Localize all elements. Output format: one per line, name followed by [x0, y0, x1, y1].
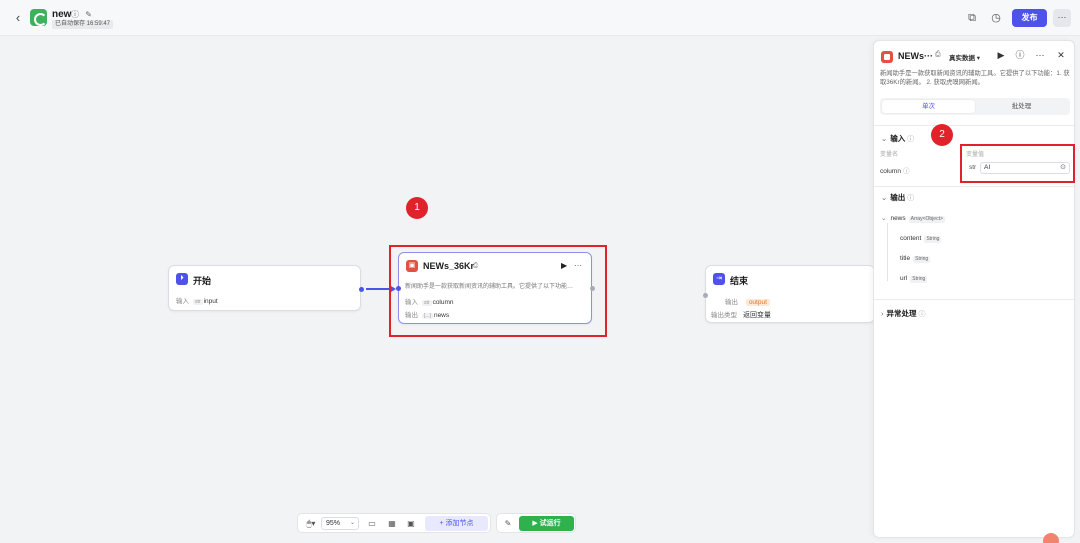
panel-more-icon[interactable]: ··· — [1034, 49, 1046, 61]
exception-section-header[interactable]: › 异常处理 ⓘ — [881, 308, 926, 319]
publish-button[interactable]: 发布 — [1012, 9, 1047, 27]
workflow-logo-icon — [30, 9, 47, 26]
canvas-toolbar: 🖱▾ 95% ⌄ ▭ ▦ ▣ + 添加节点 — [297, 513, 491, 533]
run-toolbar: ✎ ▶ 试运行 — [496, 513, 576, 533]
start-node-icon: ⏵ — [176, 273, 188, 285]
more-menu-button[interactable]: ··· — [1053, 9, 1071, 27]
annotation-marker-2: 2 — [931, 124, 953, 146]
divider — [874, 186, 1074, 187]
top-bar: ‹ new ⓘ ✎ 已自动保存 16:59:47 ⧉ ◷ 发布 ··· — [0, 0, 1080, 36]
highlight-box-plugin-node — [389, 245, 607, 337]
add-node-button[interactable]: + 添加节点 — [425, 516, 488, 531]
tab-batch[interactable]: 批处理 — [975, 100, 1068, 113]
plugin-icon — [881, 51, 893, 63]
test-run-button[interactable]: ▶ 试运行 — [519, 516, 574, 531]
data-mode-select[interactable]: 真实数据 ▾ — [949, 52, 980, 62]
debug-icon[interactable]: ✎ — [502, 517, 514, 530]
end-node[interactable]: ⇥ 结束 输出 output 输出类型 返回变量 — [703, 265, 875, 323]
comment-icon[interactable]: ▭ — [366, 517, 378, 530]
panel-save-icon[interactable]: ⎙ — [935, 51, 941, 59]
panel-run-icon[interactable]: ▶ — [995, 49, 1007, 61]
help-icon[interactable]: ⓘ — [1014, 49, 1026, 61]
back-arrow-icon[interactable]: ‹ — [12, 11, 24, 25]
panel-title: NEWs··· — [898, 51, 933, 61]
autosave-badge: 已自动保存 16:59:47 — [52, 20, 114, 29]
assistant-avatar[interactable] — [1043, 533, 1059, 543]
layout-icon[interactable]: ▦ — [386, 517, 398, 530]
run-mode-tabs: 单次 批处理 — [880, 98, 1070, 115]
output-content: content String — [900, 235, 942, 243]
divider — [874, 299, 1074, 300]
edit-info-icon[interactable]: ⓘ ✎ — [71, 9, 94, 20]
tab-single[interactable]: 单次 — [882, 100, 975, 113]
output-news[interactable]: ⌄ news Array<Object> — [881, 214, 945, 223]
start-node-output-port[interactable] — [359, 287, 364, 292]
annotation-marker-1: 1 — [406, 197, 428, 219]
end-node-output-row: 输出 output — [725, 296, 770, 306]
node-config-panel: NEWs··· ⎙ 真实数据 ▾ ▶ ⓘ ··· ✕ 新闻助手是一款获取新闻资讯… — [873, 40, 1075, 538]
minimap-icon[interactable]: ▣ — [405, 517, 417, 530]
output-title: title String — [900, 255, 931, 263]
var-name-header: 变量名 — [880, 152, 899, 158]
divider — [874, 125, 1074, 126]
end-node-output-type-row: 输出类型 返回变量 — [711, 312, 771, 319]
start-node[interactable]: ⏵ 开始 输入 str input — [168, 265, 364, 311]
output-section-header[interactable]: ⌄ 输出 ⓘ — [881, 192, 914, 203]
input-section-header[interactable]: ⌄ 输入 ⓘ — [881, 133, 914, 144]
end-node-icon: ⇥ — [713, 273, 725, 285]
mouse-mode-icon[interactable]: 🖱▾ — [303, 517, 319, 530]
history-icon[interactable]: ◷ — [989, 11, 1003, 25]
highlight-box-value-input — [960, 144, 1075, 183]
start-node-title: 开始 — [193, 276, 212, 286]
output-url: url String — [900, 275, 928, 283]
copy-icon[interactable]: ⧉ — [965, 11, 979, 25]
workflow-name: new — [52, 9, 72, 20]
input-field-name: column ⓘ — [880, 168, 910, 175]
tree-connector — [887, 223, 888, 281]
start-node-input-row: 输入 str input — [176, 298, 218, 305]
close-icon[interactable]: ✕ — [1055, 49, 1067, 61]
end-node-title: 结束 — [730, 276, 749, 286]
zoom-select[interactable]: 95% ⌄ — [321, 517, 359, 530]
end-node-input-port[interactable] — [703, 293, 708, 298]
end-node-output-tag: output — [745, 299, 770, 306]
panel-description: 新闻助手是一款获取新闻资讯的辅助工具。它提供了以下功能：1. 获取36Kr的新闻… — [880, 70, 1070, 86]
